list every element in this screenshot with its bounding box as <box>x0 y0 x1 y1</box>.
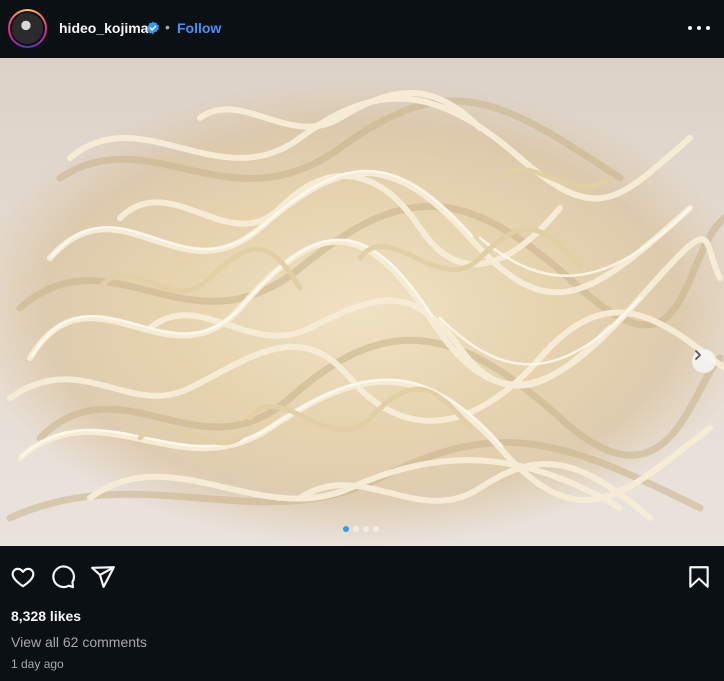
username-link[interactable]: hideo_kojima <box>59 20 148 36</box>
carousel-dot <box>373 526 379 532</box>
noodles-photo <box>6 90 724 522</box>
carousel-dot <box>353 526 359 532</box>
more-horizontal-icon[interactable] <box>688 18 710 38</box>
avatar[interactable] <box>8 9 47 48</box>
heart-icon[interactable] <box>10 564 36 590</box>
post-media[interactable] <box>0 58 724 546</box>
next-slide-button[interactable] <box>692 349 716 373</box>
post-header: hideo_kojima • Follow <box>0 0 724 58</box>
view-comments-link[interactable]: View all 62 comments <box>11 634 147 650</box>
follow-button[interactable]: Follow <box>177 20 221 36</box>
chevron-right-icon <box>695 350 701 360</box>
carousel-dot <box>363 526 369 532</box>
carousel-indicators <box>343 526 379 532</box>
post-timestamp: 1 day ago <box>11 657 64 671</box>
carousel-dot <box>343 526 349 532</box>
comment-icon[interactable] <box>50 564 76 590</box>
avatar-image <box>12 13 43 44</box>
separator-dot: • <box>165 19 170 35</box>
share-icon[interactable] <box>90 564 116 590</box>
likes-count[interactable]: 8,328 likes <box>11 608 81 624</box>
bookmark-icon[interactable] <box>686 564 712 590</box>
verified-badge-icon <box>147 21 159 35</box>
action-bar <box>0 562 724 592</box>
